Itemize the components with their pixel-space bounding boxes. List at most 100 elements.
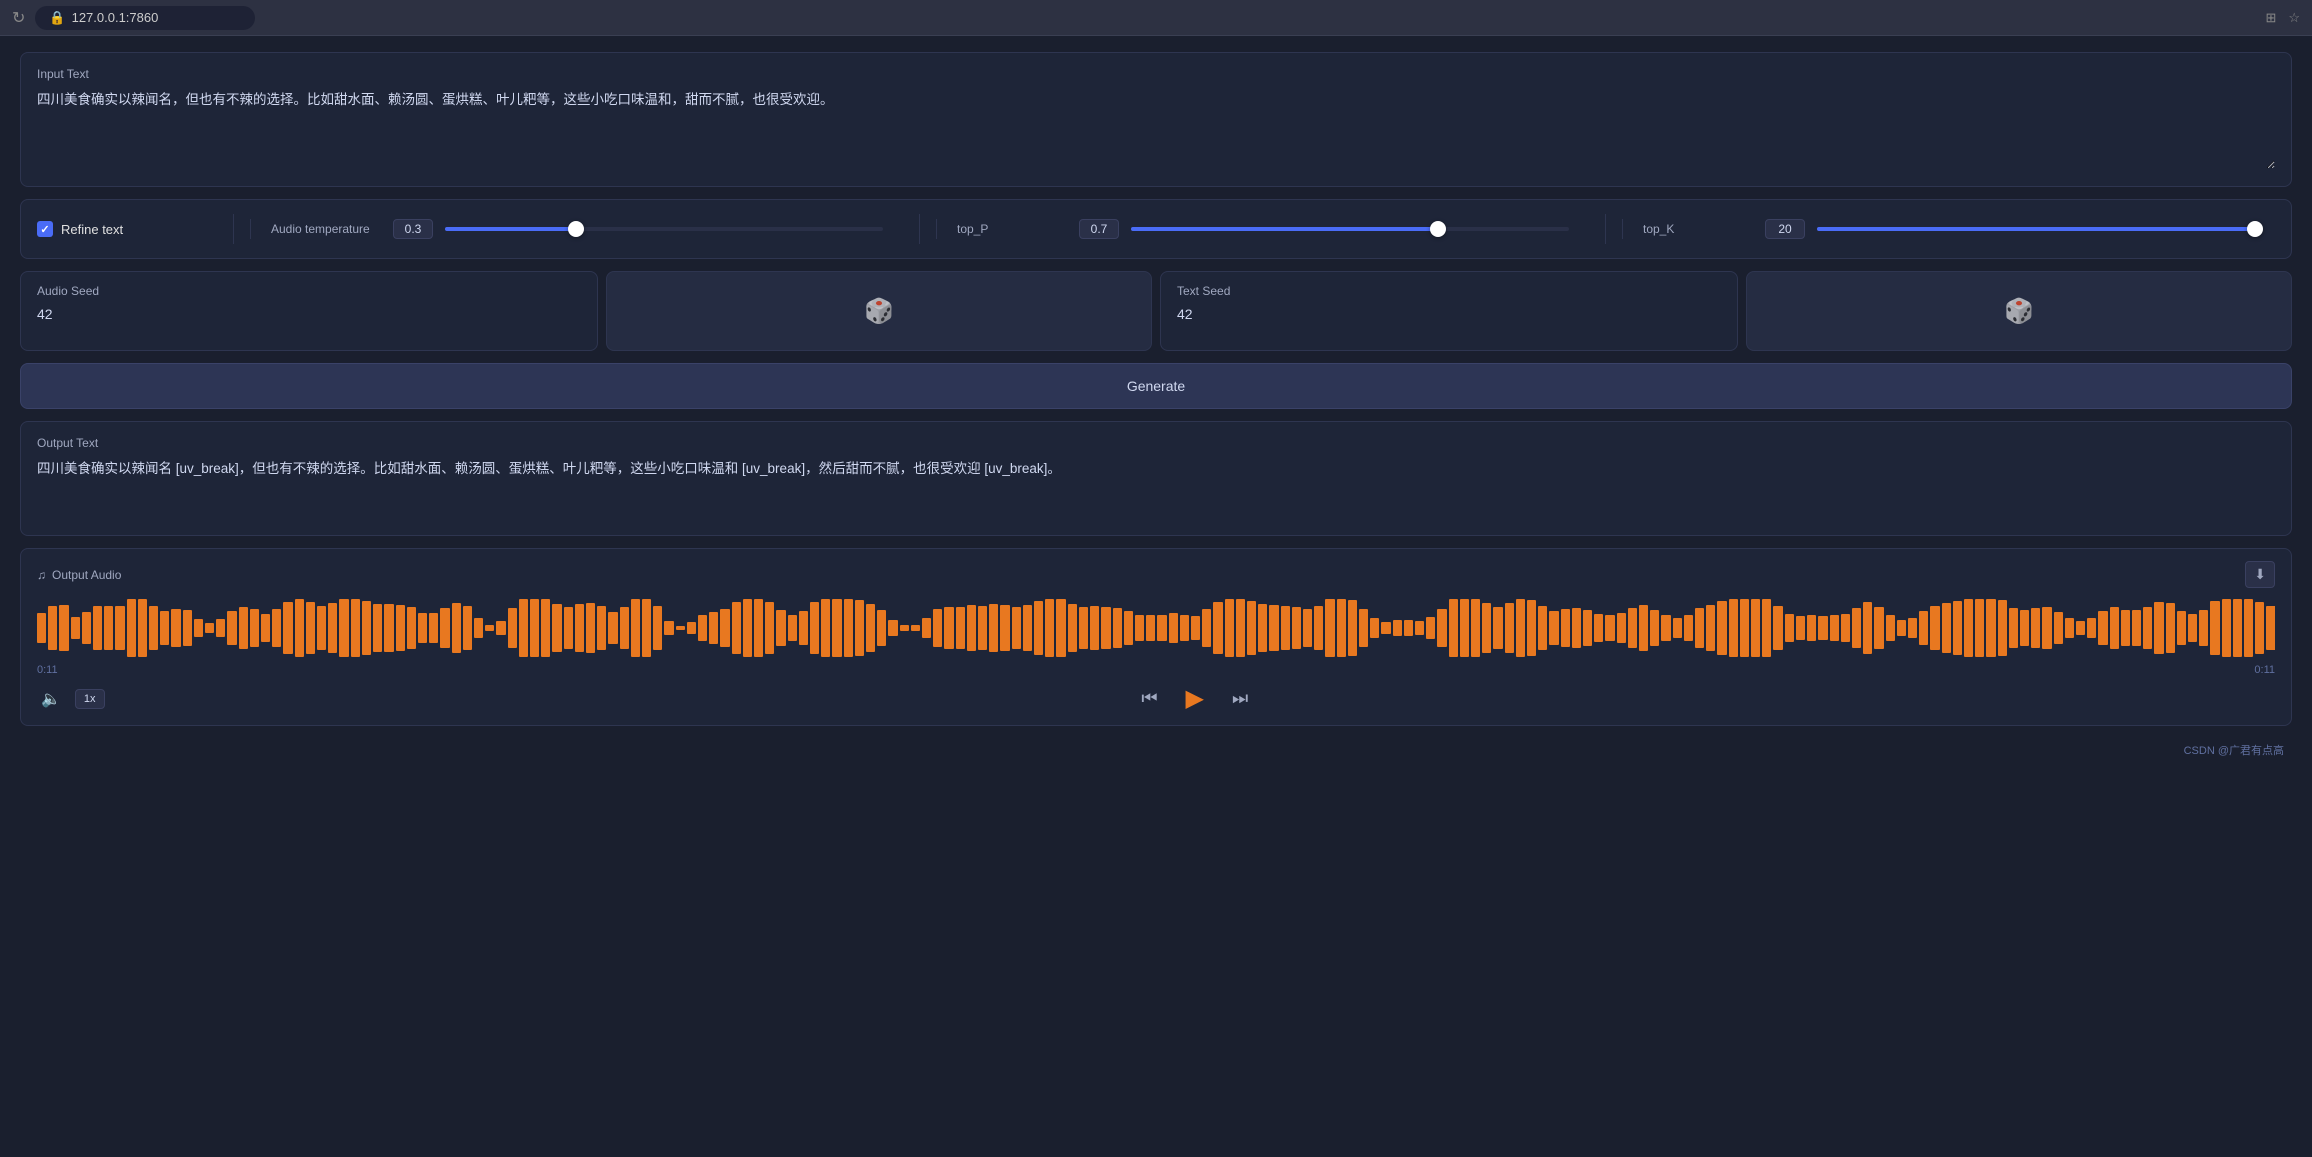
waveform-bar xyxy=(1785,614,1794,642)
text-seed-dice-button[interactable]: 🎲 xyxy=(1746,271,2292,351)
waveform-bar xyxy=(1527,600,1536,656)
waveform-bar xyxy=(1068,604,1077,652)
waveform-bar xyxy=(1975,599,1984,657)
divider-3 xyxy=(1605,214,1606,244)
waveform-bar xyxy=(1493,607,1502,649)
waveform-bar xyxy=(1594,614,1603,642)
play-button[interactable]: ▶ xyxy=(1186,684,1204,713)
waveform-bar xyxy=(709,612,718,644)
waveform-bar xyxy=(2009,608,2018,649)
waveform-bar xyxy=(1897,620,1906,636)
address-bar[interactable]: 🔒 127.0.0.1:7860 xyxy=(35,6,255,30)
waveform-bar xyxy=(989,604,998,653)
waveform-bar xyxy=(160,611,169,645)
waveform-bar xyxy=(1292,607,1301,649)
waveform-bar xyxy=(1751,599,1760,657)
seed-row: Audio Seed 🎲 Text Seed 🎲 xyxy=(20,271,2292,351)
waveform-bar xyxy=(1729,599,1738,657)
url-security-icon: 🔒 xyxy=(49,10,65,26)
forward-button[interactable]: ⏭ xyxy=(1224,684,1256,713)
top-p-value: 0.7 xyxy=(1079,219,1119,239)
waveform-bar xyxy=(911,625,920,632)
waveform-bar xyxy=(1034,601,1043,655)
waveform-bar xyxy=(844,599,853,657)
output-text-area[interactable] xyxy=(37,458,2275,518)
waveform-bar xyxy=(1460,599,1469,657)
waveform-bar xyxy=(1090,606,1099,650)
waveform-bar xyxy=(194,619,203,638)
speed-button[interactable]: 1x xyxy=(75,689,105,709)
star-icon[interactable]: ☆ xyxy=(2288,10,2300,26)
audio-seed-input[interactable] xyxy=(37,306,581,322)
waveform-bar xyxy=(1886,615,1895,642)
output-text-label: Output Text xyxy=(37,436,2275,450)
download-button[interactable]: ⬇ xyxy=(2245,561,2275,588)
audio-temperature-thumb[interactable] xyxy=(568,221,584,237)
refresh-icon[interactable]: ↻ xyxy=(12,8,25,28)
waveform-bar xyxy=(104,606,113,650)
url-text: 127.0.0.1:7860 xyxy=(72,10,159,25)
waveform-bar xyxy=(2199,610,2208,646)
waveform-bar xyxy=(1684,615,1693,641)
waveform-bar xyxy=(631,599,640,657)
waveform-bar xyxy=(967,605,976,650)
audio-temperature-track xyxy=(445,227,883,231)
audio-temperature-slider-wrapper xyxy=(445,219,883,239)
waveform-bar xyxy=(474,618,483,638)
waveform-bar xyxy=(1056,599,1065,657)
main-content: Input Text Refine text Audio temperature… xyxy=(0,36,2312,778)
waveform-bar xyxy=(1953,601,1962,655)
output-audio-label: Output Audio xyxy=(52,568,121,582)
waveform-bar xyxy=(1370,618,1379,638)
waveform-bar xyxy=(1281,606,1290,649)
waveform-bar xyxy=(1393,620,1402,635)
waveform-bar xyxy=(1830,615,1839,640)
waveform-bar xyxy=(1796,616,1805,641)
waveform-bar xyxy=(351,599,360,657)
waveform-bar xyxy=(1628,608,1637,648)
generate-button[interactable]: Generate xyxy=(20,363,2292,409)
waveform-bar xyxy=(138,599,147,657)
waveform-bar xyxy=(171,609,180,647)
waveform-bar xyxy=(877,610,886,646)
waveform-bar xyxy=(2244,599,2253,657)
waveform-bar xyxy=(1213,602,1222,655)
waveform-bar xyxy=(1874,607,1883,650)
audio-temperature-label: Audio temperature xyxy=(271,222,381,236)
text-seed-input[interactable] xyxy=(1177,306,1721,322)
audio-seed-dice-button[interactable]: 🎲 xyxy=(606,271,1152,351)
waveform-bar xyxy=(317,606,326,649)
top-k-track xyxy=(1817,227,2255,231)
waveform-bar xyxy=(1135,615,1144,640)
waveform-bar xyxy=(586,603,595,652)
audio-temperature-value: 0.3 xyxy=(393,219,433,239)
refine-text-section: Refine text xyxy=(37,221,217,237)
waveform-bar xyxy=(597,606,606,649)
waveform-bar xyxy=(2222,599,2231,657)
playback-center: ⏮ ▶ ⏭ xyxy=(115,684,2275,713)
waveform-bar xyxy=(1706,605,1715,651)
output-audio-panel: ♫ Output Audio ⬇ 0:11 0:11 🔈 1x ⏮ ▶ ⏭ xyxy=(20,548,2292,726)
waveform-bar xyxy=(1303,609,1312,648)
waveform-bar xyxy=(93,606,102,649)
refine-text-checkbox[interactable] xyxy=(37,221,53,237)
waveform-bar xyxy=(1437,609,1446,647)
volume-button[interactable]: 🔈 xyxy=(37,685,65,713)
waveform-display[interactable] xyxy=(37,598,2275,658)
top-k-thumb[interactable] xyxy=(2247,221,2263,237)
text-seed-label: Text Seed xyxy=(1177,284,1721,298)
waveform-bar xyxy=(463,606,472,649)
waveform-bar xyxy=(1919,611,1928,645)
waveform-bar xyxy=(2154,602,2163,653)
top-p-thumb[interactable] xyxy=(1430,221,1446,237)
waveform-bar xyxy=(396,605,405,650)
waveform-bar xyxy=(362,601,371,655)
waveform-bar xyxy=(2188,614,2197,642)
waveform-bar xyxy=(788,615,797,642)
waveform-bar xyxy=(37,613,46,643)
waveform-bar xyxy=(2166,603,2175,652)
rewind-button[interactable]: ⏮ xyxy=(1133,684,1165,713)
input-text-area[interactable] xyxy=(37,89,2275,169)
waveform-bar xyxy=(1381,622,1390,634)
translate-icon[interactable]: ⊞ xyxy=(2265,10,2276,26)
